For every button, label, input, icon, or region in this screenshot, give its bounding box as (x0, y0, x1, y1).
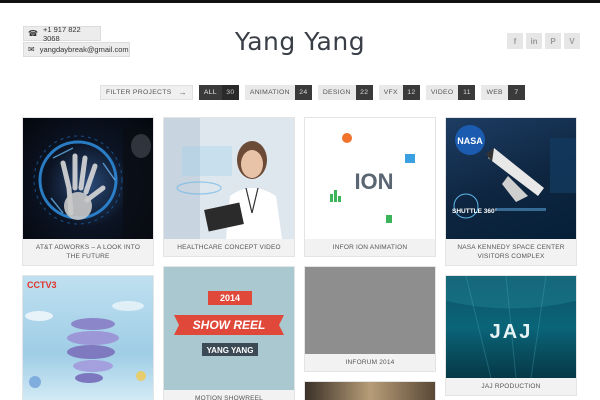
filter-vfx[interactable]: VFX 12 (378, 85, 420, 100)
filter-all[interactable]: ALL 30 (198, 85, 239, 100)
project-caption[interactable]: INFORUM 2014 (305, 354, 435, 371)
project-card-att[interactable]: AT&T ADWORKS – A LOOK INTO THE FUTURE (22, 117, 154, 266)
facebook-icon[interactable]: f (507, 33, 523, 49)
project-card-nasa[interactable]: NASA SHUTTLE 360° NASA KENNEDY SPACE CEN… (445, 117, 577, 266)
shuttle-graphic: NASA SHUTTLE 360° (452, 125, 576, 219)
site-title[interactable]: Yang Yang (200, 27, 400, 56)
filter-count: 22 (355, 85, 373, 100)
project-caption[interactable]: AT&T ADWORKS – A LOOK INTO THE FUTURE (23, 239, 153, 265)
showreel-title: SHOW REEL (193, 318, 266, 332)
project-thumbnail[interactable]: ION (305, 118, 435, 239)
phone-number: +1 917 822 3068 (42, 24, 81, 43)
project-card-showreel[interactable]: 2014 SHOW REEL YANG YANG MOTION SHOWREEL (163, 266, 295, 400)
project-card-infor-ion[interactable]: ION INFOR ION ANIMATION (304, 117, 436, 257)
email-contact[interactable]: ✉ yangdaybreak@gmail.com (23, 42, 130, 57)
project-caption[interactable]: INFOR ION ANIMATION (305, 239, 435, 256)
nasa-logo-text: NASA (457, 136, 483, 146)
project-thumbnail[interactable]: NASA SHUTTLE 360° (446, 118, 576, 239)
phone-contact[interactable]: ☎ +1 917 822 3068 (23, 24, 101, 43)
envelope-icon: ✉ (28, 45, 35, 54)
filter-design[interactable]: DESIGN 22 (317, 85, 373, 100)
project-card-healthcare[interactable]: HEALTHCARE CONCEPT VIDEO (163, 117, 295, 257)
project-card-inforum[interactable]: INFORUM 2014 (304, 266, 436, 372)
email-address: yangdaybreak@gmail.com (39, 45, 129, 54)
showreel-year: 2014 (220, 293, 240, 303)
linkedin-icon[interactable]: in (526, 33, 542, 49)
cctv-logo-text: CCTV3 (27, 280, 57, 290)
showreel-banner-graphic: 2014 SHOW REEL YANG YANG (174, 291, 284, 356)
filter-count: 7 (507, 85, 525, 100)
jaj-logo-graphic: JAJ (446, 276, 576, 378)
jaj-logo-text: JAJ (490, 321, 533, 343)
phone-icon: ☎ (28, 29, 38, 38)
project-thumbnail[interactable] (305, 267, 435, 354)
filter-web[interactable]: WEB 7 (481, 85, 525, 100)
filter-count: 12 (402, 85, 420, 100)
shuttle-360-text: SHUTTLE 360° (452, 207, 498, 215)
showreel-name: YANG YANG (207, 346, 254, 355)
ion-logo-text: ION (354, 169, 393, 194)
filter-label: FILTER PROJECTS → (100, 85, 193, 100)
arrow-right-icon: → (178, 88, 187, 97)
project-caption[interactable]: NASA KENNEDY SPACE CENTER VISITORS COMPL… (446, 239, 576, 265)
social-links: f in P V (507, 33, 580, 49)
project-thumbnail[interactable] (164, 118, 294, 239)
project-thumbnail[interactable] (305, 382, 435, 400)
pinterest-icon[interactable]: P (545, 33, 561, 49)
top-bar (0, 0, 600, 3)
filter-animation[interactable]: ANIMATION 24 (244, 85, 312, 100)
ribbon-swirl-graphic: CCTV3 (25, 280, 146, 388)
project-card-jaj[interactable]: JAJ JAJ RPODUCTION (445, 275, 577, 396)
vimeo-icon[interactable]: V (564, 33, 580, 49)
project-thumbnail[interactable] (23, 118, 153, 239)
project-caption[interactable]: MOTION SHOWREEL (164, 390, 294, 400)
filter-video[interactable]: VIDEO 11 (425, 85, 476, 100)
doctor-photo-graphic (164, 118, 294, 239)
project-filters: FILTER PROJECTS → ALL 30 ANIMATION 24 DE… (100, 85, 525, 100)
project-caption[interactable]: HEALTHCARE CONCEPT VIDEO (164, 239, 294, 256)
project-thumbnail[interactable]: CCTV3 (23, 276, 153, 400)
project-thumbnail[interactable]: 2014 SHOW REEL YANG YANG (164, 267, 294, 390)
filter-count: 11 (458, 85, 476, 100)
project-caption[interactable]: JAJ RPODUCTION (446, 378, 576, 395)
filter-count: 24 (294, 85, 312, 100)
hologram-hand-graphic (33, 128, 153, 239)
project-card-partial[interactable] (304, 381, 436, 400)
filter-count: 30 (221, 85, 239, 100)
ion-logo-graphic: ION (330, 133, 415, 223)
project-card-cctv3[interactable]: CCTV3 (22, 275, 154, 400)
project-thumbnail[interactable]: JAJ (446, 276, 576, 378)
